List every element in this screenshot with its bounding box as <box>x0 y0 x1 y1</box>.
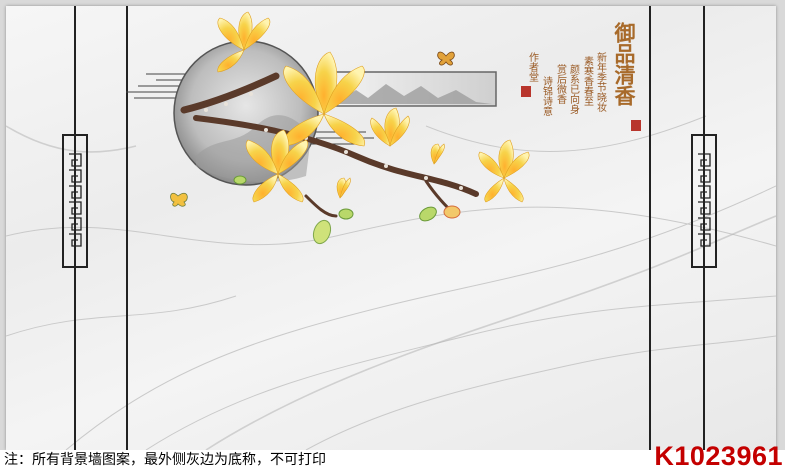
red-seal-stamp <box>631 120 641 131</box>
magnolia-artwork <box>126 11 530 245</box>
wallpaper-canvas: 御品清香 新年季节晓妆 素寒香春至 颜系已向身 赏后微香 诗锦诗意 作者堂 <box>6 6 776 450</box>
poem-column-3: 颜系已向身 <box>567 64 579 114</box>
print-note: 注：所有背景墙图案，最外侧灰边为底称，不可打印 <box>4 452 326 468</box>
poem-column-4: 赏后微香 <box>554 64 566 104</box>
red-seal-stamp <box>521 86 531 97</box>
poem-column-1: 新年季节晓妆 <box>594 52 606 112</box>
butterfly-icon <box>170 192 188 207</box>
butterfly-icon <box>437 51 455 66</box>
product-code: K1023961 <box>654 441 783 471</box>
title-text: 御品清香 <box>612 22 637 106</box>
poem-column-2: 素寒香春至 <box>581 56 593 106</box>
poem-column-6: 作者堂 <box>526 52 538 82</box>
poem-column-5: 诗锦诗意 <box>540 76 552 116</box>
